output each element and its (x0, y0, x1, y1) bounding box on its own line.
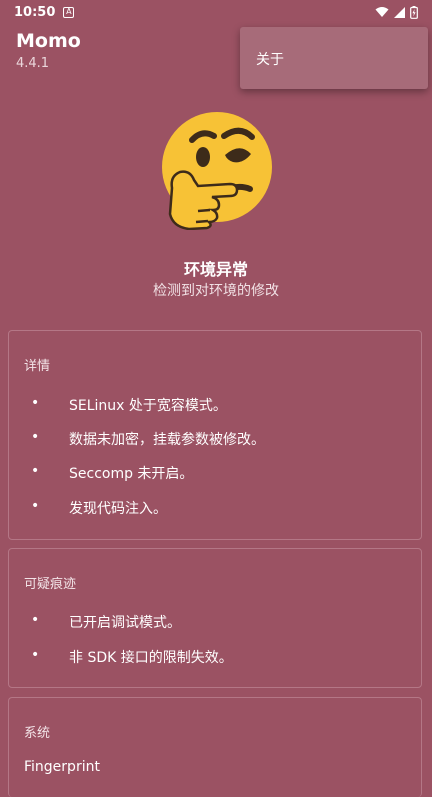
system-card-title: 系统 (24, 726, 51, 741)
battery-icon (410, 5, 418, 19)
menu-item-about[interactable]: 关于 (256, 49, 284, 69)
overflow-menu: 关于 (240, 27, 428, 89)
list-item-text: Seccomp 未开启。 (69, 466, 194, 482)
thinking-face-icon (158, 112, 276, 231)
bullet: • (31, 647, 40, 663)
bullet: • (31, 463, 40, 479)
environment-status-title: 环境异常 (183, 260, 248, 279)
status-bar: 10:50 A (0, 0, 432, 24)
bullet: • (31, 612, 40, 628)
suspicious-card-title: 可疑痕迹 (24, 577, 77, 592)
list-item-text: 数据未加密，挂载参数被修改。 (69, 432, 265, 448)
status-time: 10:50 (14, 4, 56, 20)
fingerprint-label: Fingerprint (24, 759, 100, 775)
bullet: • (31, 429, 40, 445)
details-card: 详情 • SELinux 处于宽容模式。 • 数据未加密，挂载参数被修改。 • … (8, 330, 422, 540)
list-item-text: SELinux 处于宽容模式。 (69, 398, 227, 414)
system-card: 系统 Fingerprint (8, 697, 422, 797)
app-version: 4.4.1 (16, 56, 50, 71)
notification-icon: A (63, 6, 75, 18)
bullet: • (31, 498, 40, 514)
list-item-text: 非 SDK 接口的限制失效。 (69, 650, 233, 666)
bullet: • (31, 395, 40, 411)
app-title: Momo (16, 30, 81, 52)
suspicious-traces-card: 可疑痕迹 • 已开启调试模式。 • 非 SDK 接口的限制失效。 (8, 548, 422, 688)
signal-icon (394, 6, 405, 18)
environment-status-subtitle: 检测到对环境的修改 (153, 283, 279, 299)
list-item-text: 已开启调试模式。 (69, 615, 181, 631)
list-item-text: 发现代码注入。 (69, 501, 167, 517)
details-card-title: 详情 (24, 359, 51, 374)
wifi-icon (375, 7, 389, 17)
